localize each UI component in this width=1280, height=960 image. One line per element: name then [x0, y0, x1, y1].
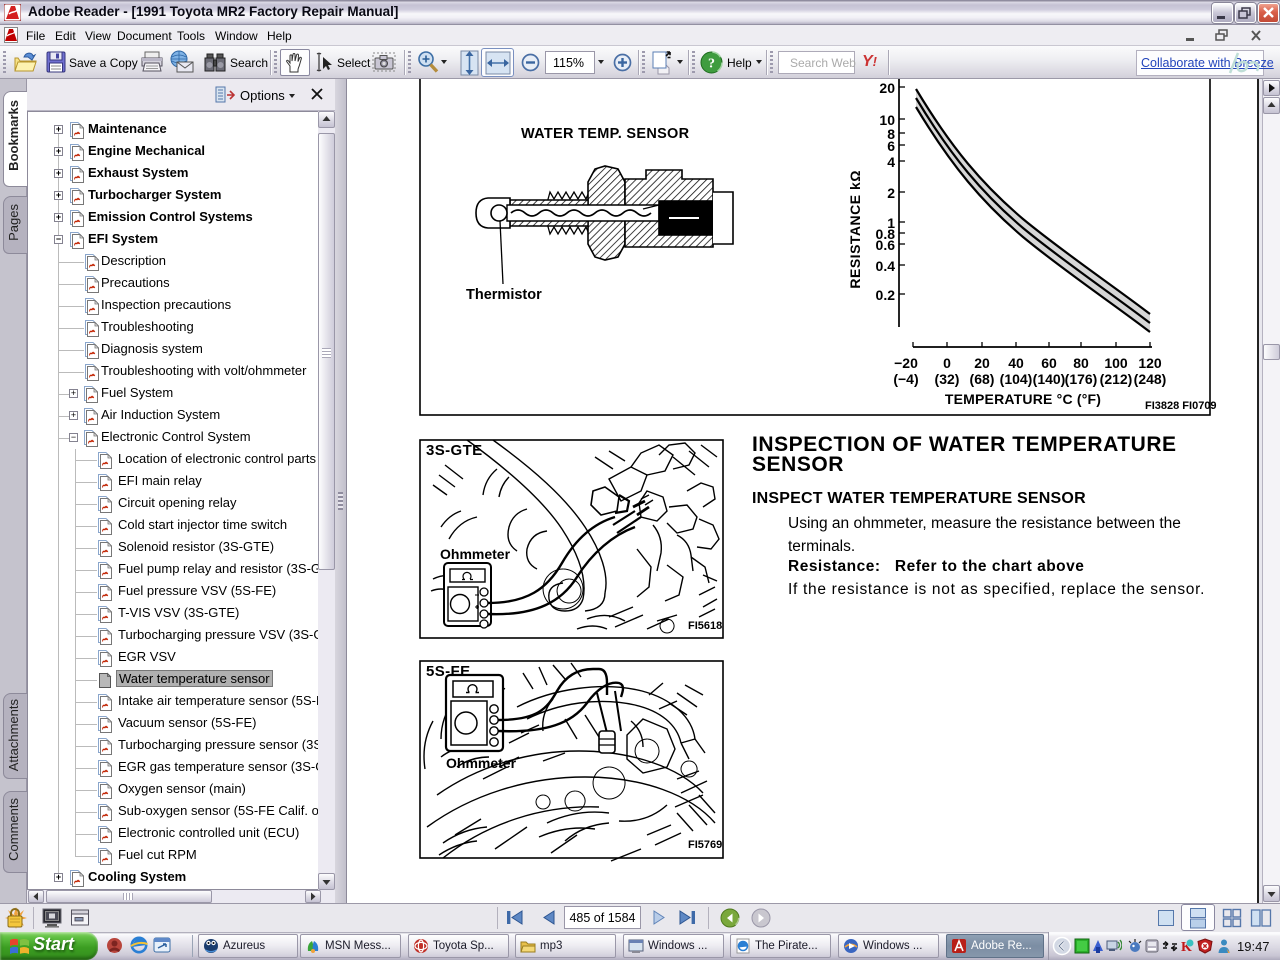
svg-text:?: ?: [708, 57, 715, 72]
